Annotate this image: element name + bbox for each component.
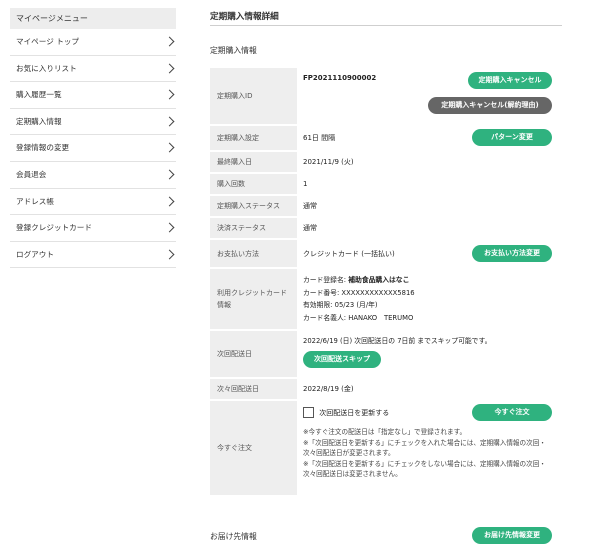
- main-content: 定期購入情報詳細 定期購入情報 定期購入ID FP2021110900002 定…: [210, 0, 562, 544]
- subscription-info-table: 定期購入ID FP2021110900002 定期購入キャンセル 定期購入キャン…: [210, 66, 562, 497]
- sidebar-item-label: ログアウト: [16, 249, 54, 259]
- row-value: 61日 間隔 パターン変更: [297, 126, 562, 150]
- sidebar-item-subscription[interactable]: 定期購入情報: [10, 109, 176, 136]
- sidebar-item-mypage-top[interactable]: マイページ トップ: [10, 29, 176, 56]
- table-row: 定期購入ID FP2021110900002 定期購入キャンセル 定期購入キャン…: [210, 68, 562, 124]
- sidebar-heading: マイページメニュー: [10, 8, 176, 29]
- delivery-section-title: お届け先情報: [210, 532, 257, 541]
- row-value: 2022/8/19 (金): [297, 379, 562, 399]
- cancel-reason-button[interactable]: 定期購入キャンセル(解約理由): [428, 97, 552, 114]
- update-next-delivery-checkbox[interactable]: [303, 407, 314, 418]
- card-expiry: 有効期限: 05/23 (月/年): [303, 301, 378, 309]
- sidebar-item-label: 定期購入情報: [16, 116, 62, 126]
- sidebar-item-label: 登録情報の変更: [16, 143, 70, 153]
- row-label: 定期購入ステータス: [210, 196, 297, 216]
- chevron-right-icon: [164, 169, 175, 180]
- table-row: 定期購入ステータス 通常: [210, 196, 562, 216]
- sidebar-item-label: 会員退会: [16, 169, 47, 179]
- sidebar-item-logout[interactable]: ログアウト: [10, 242, 176, 269]
- row-value: クレジットカード (一括払い) お支払い方法変更: [297, 240, 562, 267]
- section-title: 定期購入情報: [210, 46, 257, 55]
- row-value: 通常: [297, 218, 562, 238]
- row-label: 次回配送日: [210, 331, 297, 377]
- row-label: 決済ステータス: [210, 218, 297, 238]
- card-reg-name-line: カード登録名: 補助食品購入はなこ: [303, 274, 562, 287]
- sidebar-item-label: マイページ トップ: [16, 37, 80, 46]
- card-reg-prefix: カード登録名:: [303, 276, 349, 284]
- page-title: 定期購入情報詳細: [210, 0, 562, 26]
- card-label-line2: 情報: [217, 301, 231, 309]
- checkbox-label: 次回配送日を更新する: [319, 408, 390, 417]
- chevron-right-icon: [164, 222, 175, 233]
- card-number: カード番号: XXXXXXXXXXXX5816: [303, 288, 415, 297]
- table-row: 定期購入設定 61日 間隔 パターン変更: [210, 126, 562, 150]
- note-1: ※今すぐ注文の配送日は「指定なし」で登録されます。: [303, 428, 467, 436]
- payment-method-value: クレジットカード (一括払い): [303, 249, 395, 258]
- order-now-button[interactable]: 今すぐ注文: [472, 404, 552, 421]
- card-info: カード登録名: 補助食品購入はなこ カード番号: XXXXXXXXXXXX581…: [297, 269, 562, 329]
- row-label: 定期購入設定: [210, 126, 297, 150]
- row-value: 2022/6/19 (日) 次回配送日の 7日前 までスキップ可能です。 次回配…: [297, 331, 562, 377]
- sidebar-item-label: アドレス帳: [16, 196, 54, 206]
- skip-next-delivery-button[interactable]: 次回配送スキップ: [303, 351, 381, 368]
- interval-value: 61日 間隔: [303, 134, 336, 142]
- sidebar: マイページメニュー マイページ トップ お気に入りリスト 購入履歴一覧 定期購入…: [10, 8, 176, 269]
- chevron-right-icon: [164, 249, 175, 260]
- order-now-notes: ※今すぐ注文の配送日は「指定なし」で登録されます。 ※「次回配送日を更新する」に…: [303, 427, 558, 480]
- sidebar-item-edit-profile[interactable]: 登録情報の変更: [10, 135, 176, 162]
- subscription-id: FP2021110900002: [303, 74, 377, 82]
- note-2: ※「次回配送日を更新する」にチェックを入れた場合には、定期購入情報の次回・次々回…: [303, 438, 546, 458]
- chevron-right-icon: [164, 89, 175, 100]
- chevron-right-icon: [164, 196, 175, 207]
- table-row: 購入回数 1: [210, 174, 562, 194]
- note-3: ※「次回配送日を更新する」にチェックをしない場合には、定期購入情報の次回・次々回…: [303, 459, 546, 479]
- row-label: 最終購入日: [210, 152, 297, 172]
- chevron-right-icon: [164, 63, 175, 74]
- row-label: 次々回配送日: [210, 379, 297, 399]
- table-row: 今すぐ注文 次回配送日を更新する 今すぐ注文 ※今すぐ注文の配送日は「指定なし」…: [210, 401, 562, 495]
- row-value: 通常: [297, 196, 562, 216]
- next-delivery-date: 2022/6/19 (日): [303, 337, 353, 345]
- sidebar-item-withdraw[interactable]: 会員退会: [10, 162, 176, 189]
- sidebar-item-favorites[interactable]: お気に入りリスト: [10, 56, 176, 83]
- card-reg-name: 補助食品購入はなこ: [348, 276, 410, 284]
- card-holder: カード名義人: HANAKO TERUMO: [303, 313, 414, 322]
- row-label: お支払い方法: [210, 240, 297, 267]
- chevron-right-icon: [164, 142, 175, 153]
- sidebar-item-address-book[interactable]: アドレス帳: [10, 189, 176, 216]
- skip-note: 次回配送日の 7日前 までスキップ可能です。: [352, 337, 492, 345]
- update-next-delivery-option: 次回配送日を更新する: [303, 407, 389, 418]
- row-label: 購入回数: [210, 174, 297, 194]
- sidebar-item-label: お気に入りリスト: [16, 63, 77, 73]
- row-label: 定期購入ID: [210, 68, 297, 124]
- sidebar-item-credit-card[interactable]: 登録クレジットカード: [10, 215, 176, 242]
- next-delivery-line: 2022/6/19 (日) 次回配送日の 7日前 までスキップ可能です。: [303, 335, 491, 345]
- table-row: お支払い方法 クレジットカード (一括払い) お支払い方法変更: [210, 240, 562, 267]
- delivery-change-button[interactable]: お届け先情報変更: [472, 527, 552, 544]
- cancel-subscription-button[interactable]: 定期購入キャンセル: [468, 72, 552, 89]
- sidebar-item-label: 登録クレジットカード: [16, 223, 92, 233]
- payment-method-change-button[interactable]: お支払い方法変更: [472, 245, 552, 262]
- row-value: 次回配送日を更新する 今すぐ注文 ※今すぐ注文の配送日は「指定なし」で登録されま…: [297, 401, 562, 495]
- row-label: 今すぐ注文: [210, 401, 297, 495]
- card-label-line1: 利用クレジットカード: [217, 289, 287, 297]
- table-row: 次回配送日 2022/6/19 (日) 次回配送日の 7日前 までスキップ可能で…: [210, 331, 562, 377]
- row-label: 利用クレジットカード 情報: [210, 269, 297, 329]
- chevron-right-icon: [164, 36, 175, 47]
- row-value: 1: [297, 174, 562, 194]
- row-value: 2021/11/9 (火): [297, 152, 562, 172]
- sidebar-item-label: 購入履歴一覧: [16, 90, 62, 100]
- chevron-right-icon: [164, 116, 175, 127]
- table-row: 最終購入日 2021/11/9 (火): [210, 152, 562, 172]
- pattern-change-button[interactable]: パターン変更: [472, 129, 552, 146]
- row-value: FP2021110900002 定期購入キャンセル 定期購入キャンセル(解約理由…: [297, 68, 562, 124]
- table-row: 次々回配送日 2022/8/19 (金): [210, 379, 562, 399]
- table-row: 利用クレジットカード 情報 カード登録名: 補助食品購入はなこ カード番号: X…: [210, 269, 562, 329]
- table-row: 決済ステータス 通常: [210, 218, 562, 238]
- sidebar-item-purchase-history[interactable]: 購入履歴一覧: [10, 82, 176, 109]
